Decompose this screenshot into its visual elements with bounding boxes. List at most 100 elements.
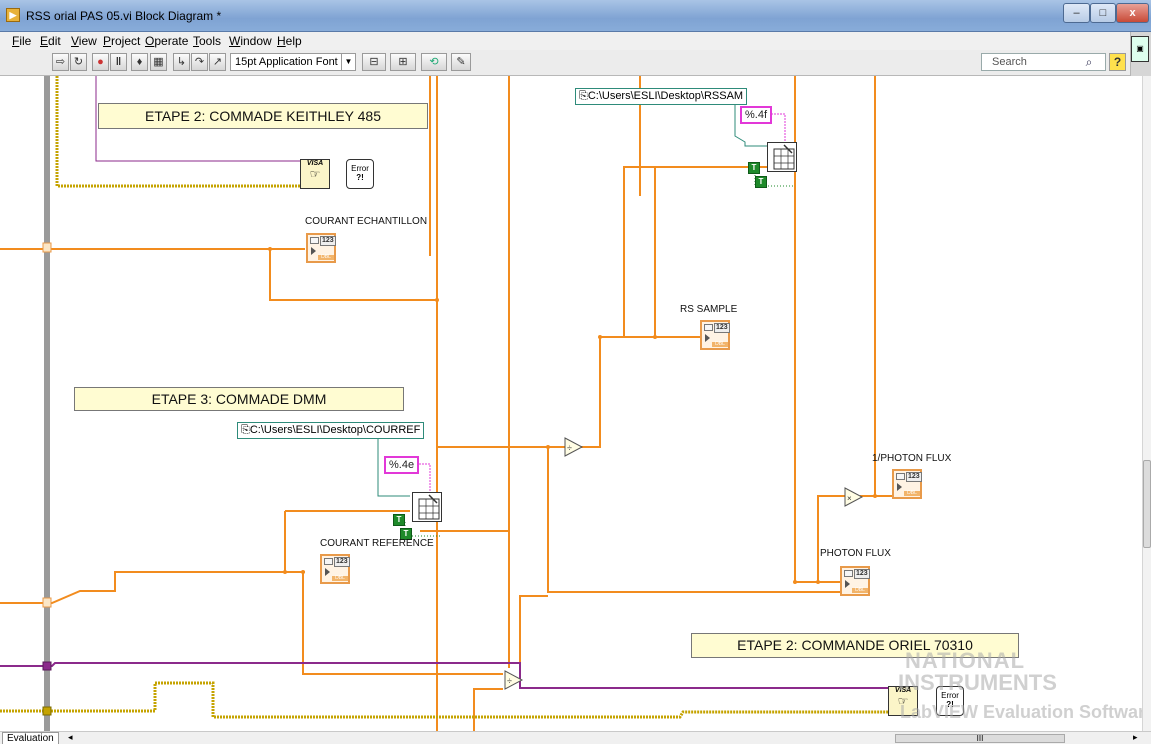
multiply-node: × bbox=[844, 487, 864, 507]
menu-view[interactable]: View bbox=[71, 34, 97, 48]
format-constant-rssam[interactable]: %.4f bbox=[740, 106, 773, 124]
run-continuously-icon[interactable]: ↻ bbox=[70, 53, 87, 71]
reorder-icon[interactable]: ⟲ bbox=[421, 53, 447, 71]
error-sub: ?! bbox=[356, 173, 364, 182]
menu-bar: File Edit View Project Operate Tools Win… bbox=[0, 32, 1151, 50]
ni-watermark-line2: INSTRUMENTS bbox=[898, 670, 1057, 695]
indicator-tag: DBL bbox=[712, 342, 728, 347]
indicator-photon-flux[interactable]: 123 DBL bbox=[840, 566, 870, 596]
search-placeholder: Search bbox=[992, 56, 1027, 68]
highlight-execution-icon[interactable]: ♦ bbox=[131, 53, 148, 71]
window-title: RSS orial PAS 05.vi Block Diagram * bbox=[26, 9, 222, 23]
indicator-inv-photon-flux[interactable]: 123 DBL bbox=[892, 469, 922, 499]
distribute-objects-icon[interactable]: ⊞ bbox=[390, 53, 416, 71]
indicator-courant-reference[interactable]: 123 DBL bbox=[320, 554, 350, 584]
scroll-left-icon[interactable]: ◂ bbox=[68, 732, 73, 743]
help-icon[interactable]: ? bbox=[1109, 53, 1126, 71]
close-button[interactable]: x bbox=[1116, 3, 1149, 23]
minimize-button[interactable]: – bbox=[1063, 3, 1090, 23]
ni-watermark-line3: LabVIEW Evaluation Software bbox=[900, 702, 1142, 722]
abort-icon[interactable]: ● bbox=[92, 53, 109, 71]
label-photon-flux: PHOTON FLUX bbox=[820, 548, 891, 559]
banner-keithley[interactable]: ETAPE 2: COMMADE KEITHLEY 485 bbox=[98, 103, 428, 129]
vi-icon[interactable]: ▣ bbox=[1131, 36, 1149, 62]
indicator-tag: DBL bbox=[852, 588, 868, 593]
bool-constant-true[interactable]: T bbox=[393, 514, 405, 526]
indicator-type: 123 bbox=[714, 323, 730, 333]
align-objects-icon[interactable]: ⊟ bbox=[362, 53, 386, 71]
format-constant-courref[interactable]: %.4e bbox=[384, 456, 420, 474]
input-tunnel bbox=[42, 597, 52, 608]
horizontal-scrollbar-thumb[interactable]: III bbox=[895, 734, 1065, 743]
visa-label: VISA bbox=[306, 160, 324, 167]
label-courant-echantillon: COURANT ECHANTILLON bbox=[305, 216, 428, 227]
menu-project[interactable]: Project bbox=[103, 34, 140, 48]
run-arrow-icon[interactable]: ⇨ bbox=[52, 53, 69, 71]
vertical-scrollbar-thumb[interactable] bbox=[1143, 460, 1151, 548]
toolbar: ⇨ ↻ ● ‖ ♦ ▦ ↳ ↷ ↗ 15pt Application Font … bbox=[0, 50, 1130, 76]
label-rs-sample: RS SAMPLE bbox=[680, 304, 738, 315]
path-icon: ⎘ bbox=[241, 424, 250, 436]
bottom-bar: Evaluation ◂ III ▸ bbox=[0, 731, 1151, 744]
error-handler-subvi-top[interactable]: Error ?! bbox=[346, 159, 374, 189]
clean-up-diagram-icon[interactable]: ✎ bbox=[451, 53, 471, 71]
path-constant-courref-value: C:\Users\ESLI\Desktop\COURREF bbox=[249, 424, 421, 436]
visa-hand-icon: ☞ bbox=[309, 167, 321, 181]
path-constant-rssam-value: C:\Users\ESLI\Desktop\RSSAM bbox=[587, 90, 744, 102]
visa-wire-bottom bbox=[0, 662, 888, 689]
indicator-courant-echantillon[interactable]: 123 DBL bbox=[306, 233, 336, 263]
search-icon[interactable]: ⌕ bbox=[1081, 54, 1097, 70]
retain-wire-values-icon[interactable]: ▦ bbox=[150, 53, 167, 71]
indicator-tag: DBL bbox=[318, 255, 334, 260]
bool-constant-true[interactable]: T bbox=[748, 162, 760, 174]
pause-icon[interactable]: ‖ bbox=[110, 53, 127, 71]
banner-dmm[interactable]: ETAPE 3: COMMADE DMM bbox=[74, 387, 404, 411]
indicator-terminal bbox=[844, 570, 853, 577]
font-select-value: 15pt Application Font bbox=[235, 56, 338, 68]
visa-close-subvi-top[interactable]: VISA ☞ bbox=[300, 159, 330, 189]
maximize-button[interactable]: □ bbox=[1090, 3, 1116, 23]
path-constant-courref[interactable]: ⎘C:\Users\ESLI\Desktop\COURREF bbox=[237, 422, 425, 439]
menu-window[interactable]: Window bbox=[229, 34, 272, 48]
svg-text:÷: ÷ bbox=[567, 443, 572, 453]
menu-edit[interactable]: Edit bbox=[40, 34, 61, 48]
bool-constant-true[interactable]: T bbox=[755, 176, 767, 188]
scroll-right-icon[interactable]: ▸ bbox=[1133, 732, 1138, 743]
chevron-down-icon: ▼ bbox=[341, 54, 355, 70]
vertical-scrollbar[interactable] bbox=[1142, 76, 1151, 731]
menu-operate[interactable]: Operate bbox=[145, 34, 188, 48]
indicator-type: 123 bbox=[906, 472, 922, 482]
error-wire bbox=[55, 76, 300, 188]
indicator-rs-sample[interactable]: 123 DBL bbox=[700, 320, 730, 350]
error-tunnel bbox=[42, 706, 52, 716]
evaluation-tab[interactable]: Evaluation bbox=[2, 732, 59, 744]
arrow-icon bbox=[311, 247, 316, 255]
block-diagram-canvas[interactable]: ÷ ÷ × ETAPE 2: COMMADE KEITHLEY 485 ETAP… bbox=[0, 76, 1142, 731]
write-spreadsheet-subvi-rssam[interactable] bbox=[767, 142, 797, 172]
indicator-terminal bbox=[896, 473, 905, 480]
step-into-icon[interactable]: ↳ bbox=[173, 53, 190, 71]
menu-tools[interactable]: Tools bbox=[193, 34, 221, 48]
arrow-icon bbox=[845, 580, 850, 588]
sequence-frame-border bbox=[44, 76, 50, 731]
write-spreadsheet-subvi-courref[interactable] bbox=[412, 492, 442, 522]
label-courant-reference: COURANT REFERENCE bbox=[320, 538, 434, 549]
indicator-tag: DBL bbox=[904, 491, 920, 496]
step-over-icon[interactable]: ↷ bbox=[191, 53, 208, 71]
indicator-terminal bbox=[310, 237, 319, 244]
error-label: Error bbox=[351, 164, 369, 173]
spreadsheet-icon bbox=[418, 494, 440, 520]
arrow-icon bbox=[325, 568, 330, 576]
font-select[interactable]: 15pt Application Font ▼ bbox=[230, 53, 356, 71]
step-out-icon[interactable]: ↗ bbox=[209, 53, 226, 71]
input-tunnel bbox=[42, 242, 52, 253]
labview-window: ▶ RSS orial PAS 05.vi Block Diagram * – … bbox=[0, 0, 1151, 744]
menu-help[interactable]: Help bbox=[277, 34, 302, 48]
menu-file[interactable]: File bbox=[12, 34, 31, 48]
svg-text:÷: ÷ bbox=[507, 676, 512, 686]
svg-text:×: × bbox=[847, 494, 852, 503]
indicator-terminal bbox=[704, 324, 713, 331]
path-constant-rssam[interactable]: ⎘C:\Users\ESLI\Desktop\RSSAM bbox=[575, 88, 748, 105]
indicator-terminal bbox=[324, 558, 333, 565]
labview-app-icon[interactable]: ▶ bbox=[6, 8, 20, 22]
